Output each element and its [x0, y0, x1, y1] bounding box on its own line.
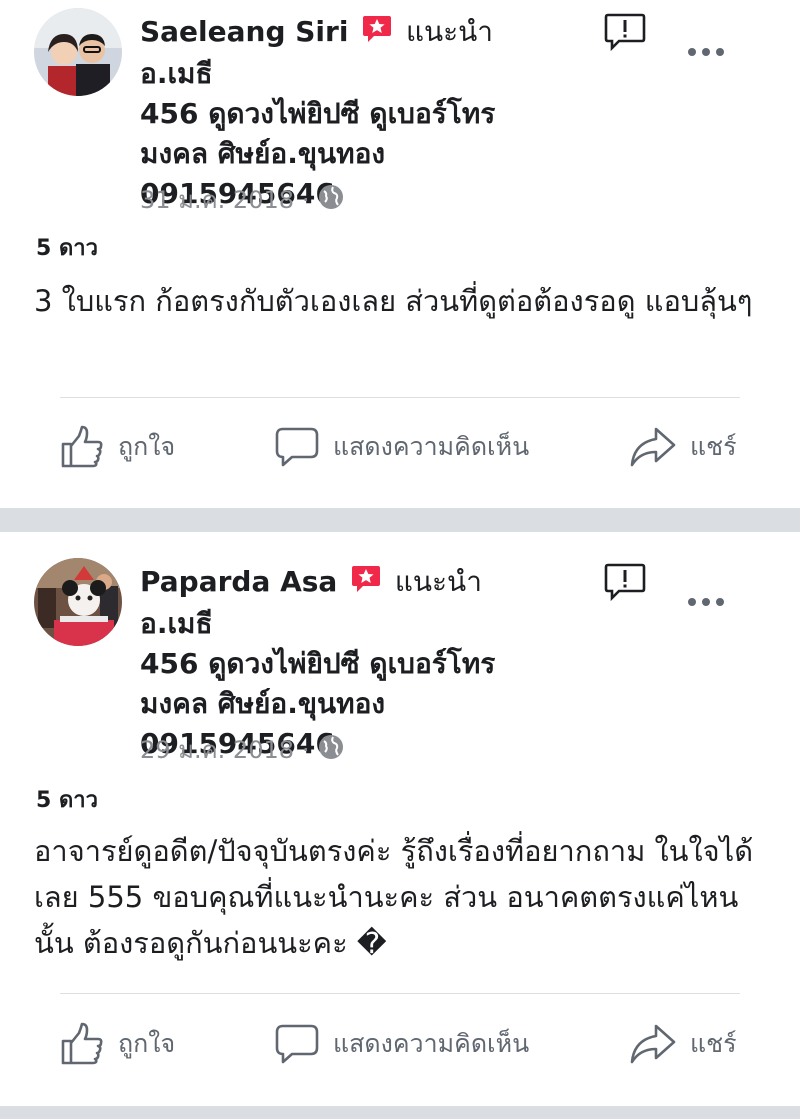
like-button[interactable]: ถูกใจ — [60, 417, 175, 477]
comment-icon — [275, 427, 319, 467]
page-name-line-3[interactable]: มงคล ศิษย์อ.ขุนทอง — [140, 687, 385, 720]
like-button[interactable]: ถูกใจ — [60, 1014, 175, 1074]
action-bar: ถูกใจ แสดงความคิดเห็น แชร์ — [0, 417, 800, 477]
divider — [60, 397, 740, 398]
post-date[interactable]: 29 ม.ค. 2018 — [140, 730, 294, 769]
recommend-label: แนะนำ — [394, 565, 482, 598]
review-text: อาจารย์ดูอดีต/ปัจจุบันตรงค่ะ รู้ถึงเรื่อ… — [34, 834, 754, 960]
recommend-badge-icon — [362, 14, 392, 54]
review-post: Saeleang Siri แนะนำ อ.เมธี 456 ดูดวงไพ่ย… — [0, 0, 800, 508]
review-post: Paparda Asa แนะนำ อ.เมธี 456 ดูดวงไพ่ยิป… — [0, 532, 800, 1106]
avatar[interactable] — [34, 558, 122, 646]
post-meta: 31 ม.ค. 2018 · — [140, 180, 344, 219]
post-meta: 29 ม.ค. 2018 · — [140, 730, 344, 769]
recommend-badge-icon — [351, 564, 381, 604]
globe-icon — [318, 184, 344, 216]
like-label: ถูกใจ — [118, 1029, 176, 1058]
review-text: 3 ใบแรก ก้อตรงกับตัวเองเลย ส่วนที่ดูต่อต… — [34, 284, 753, 318]
share-button[interactable]: แชร์ — [630, 1014, 737, 1074]
avatar[interactable] — [34, 8, 122, 96]
comment-label: แสดงความคิดเห็น — [333, 1029, 530, 1058]
report-icon[interactable] — [604, 12, 646, 56]
divider — [60, 993, 740, 994]
meta-separator: · — [302, 735, 310, 764]
comment-button[interactable]: แสดงความคิดเห็น — [275, 1014, 529, 1074]
comment-button[interactable]: แสดงความคิดเห็น — [275, 417, 529, 477]
more-options-icon[interactable] — [686, 44, 726, 63]
globe-icon — [318, 734, 344, 766]
comment-icon — [275, 1024, 319, 1064]
share-icon — [630, 427, 676, 467]
page-name-line-1[interactable]: อ.เมธี — [140, 57, 213, 90]
meta-separator: · — [302, 185, 310, 214]
action-bar: ถูกใจ แสดงความคิดเห็น แชร์ — [0, 1014, 800, 1074]
like-icon — [61, 425, 103, 468]
author-name[interactable]: Saeleang Siri — [140, 15, 348, 48]
page-name-line-2[interactable]: 456 ดูดวงไพ่ยิปซี ดูเบอร์โทร — [140, 97, 495, 130]
rating: 5 ดาว — [36, 236, 98, 261]
comment-label: แสดงความคิดเห็น — [333, 432, 530, 461]
share-label: แชร์ — [690, 1029, 737, 1058]
page-name-line-2[interactable]: 456 ดูดวงไพ่ยิปซี ดูเบอร์โทร — [140, 647, 495, 680]
share-button[interactable]: แชร์ — [630, 417, 737, 477]
rating: 5 ดาว — [36, 788, 98, 813]
more-options-icon[interactable] — [686, 594, 726, 613]
share-label: แชร์ — [690, 432, 737, 461]
post-date[interactable]: 31 ม.ค. 2018 — [140, 180, 294, 219]
recommend-label: แนะนำ — [405, 15, 494, 48]
report-icon[interactable] — [604, 562, 646, 606]
page-name-line-1[interactable]: อ.เมธี — [140, 607, 213, 640]
page-name-line-3[interactable]: มงคล ศิษย์อ.ขุนทอง — [140, 137, 385, 170]
author-name[interactable]: Paparda Asa — [140, 565, 337, 598]
share-icon — [630, 1024, 676, 1064]
like-icon — [61, 1022, 103, 1065]
like-label: ถูกใจ — [118, 432, 176, 461]
